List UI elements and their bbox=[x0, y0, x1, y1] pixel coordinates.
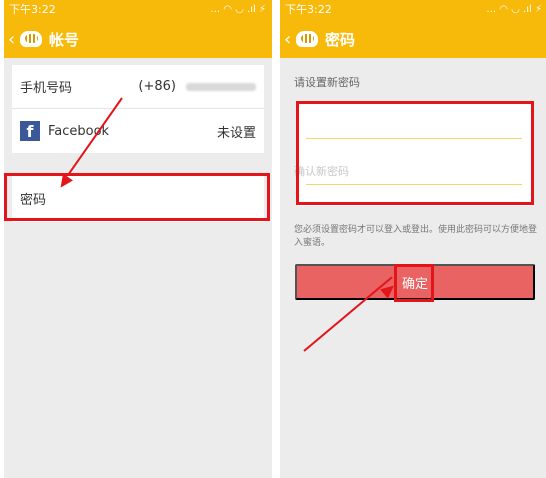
phone-number-row[interactable]: 手机号码 (+86) bbox=[12, 65, 264, 109]
signal-wifi-battery-icons: ... ◠ ◡ .ıl ⚡ bbox=[486, 4, 542, 15]
top-bar: ‹ 密码 bbox=[280, 20, 546, 58]
password-fields-highlight-box bbox=[296, 101, 534, 205]
back-icon[interactable]: ‹ bbox=[8, 29, 20, 50]
page-title: 密码 bbox=[325, 30, 356, 49]
account-list: 手机号码 (+86) f Facebook 未设置 bbox=[12, 65, 264, 153]
status-bar: 下午3:22 ... ◠ ◡ .ıl ⚡ bbox=[4, 0, 272, 20]
facebook-icon: f bbox=[20, 121, 40, 141]
screenshot-composite: 下午3:22 ... ◠ ◡ .ıl ⚡ ‹ 帐号 手机号码 (+86) f F… bbox=[0, 0, 546, 478]
back-icon[interactable]: ‹ bbox=[284, 29, 296, 50]
status-time: 下午3:22 bbox=[285, 3, 332, 16]
password-instruction: 请设置新密码 bbox=[294, 76, 360, 89]
phone-number-label: 手机号码 bbox=[20, 81, 73, 96]
app-logo-icon bbox=[296, 31, 318, 47]
password-highlight-box bbox=[4, 173, 270, 221]
page-title: 帐号 bbox=[49, 30, 80, 49]
status-time: 下午3:22 bbox=[9, 3, 56, 16]
app-logo-icon bbox=[20, 31, 42, 47]
password-note: 您必须设置密码才可以登入或登出。使用此密码可以方便地登入蜜语。 bbox=[294, 225, 538, 248]
facebook-status: 未设置 bbox=[216, 125, 256, 141]
password-screen: 下午3:22 ... ◠ ◡ .ıl ⚡ ‹ 密码 请设置新密码 确认新密码 您… bbox=[280, 0, 546, 478]
account-screen: 下午3:22 ... ◠ ◡ .ıl ⚡ ‹ 帐号 手机号码 (+86) f F… bbox=[4, 0, 272, 478]
phone-country-code: (+86) bbox=[138, 79, 176, 94]
confirm-highlight-box bbox=[394, 264, 434, 302]
top-bar: ‹ 帐号 bbox=[4, 20, 272, 58]
status-bar: 下午3:22 ... ◠ ◡ .ıl ⚡ bbox=[280, 0, 546, 20]
status-icons: ... ◠ ◡ .ıl ⚡ bbox=[211, 0, 266, 20]
signal-wifi-battery-icons: ... ◠ ◡ .ıl ⚡ bbox=[210, 4, 266, 15]
masked-phone-number bbox=[186, 82, 256, 91]
facebook-row[interactable]: f Facebook 未设置 bbox=[12, 109, 264, 153]
status-icons: ... ◠ ◡ .ıl ⚡ bbox=[487, 0, 542, 20]
